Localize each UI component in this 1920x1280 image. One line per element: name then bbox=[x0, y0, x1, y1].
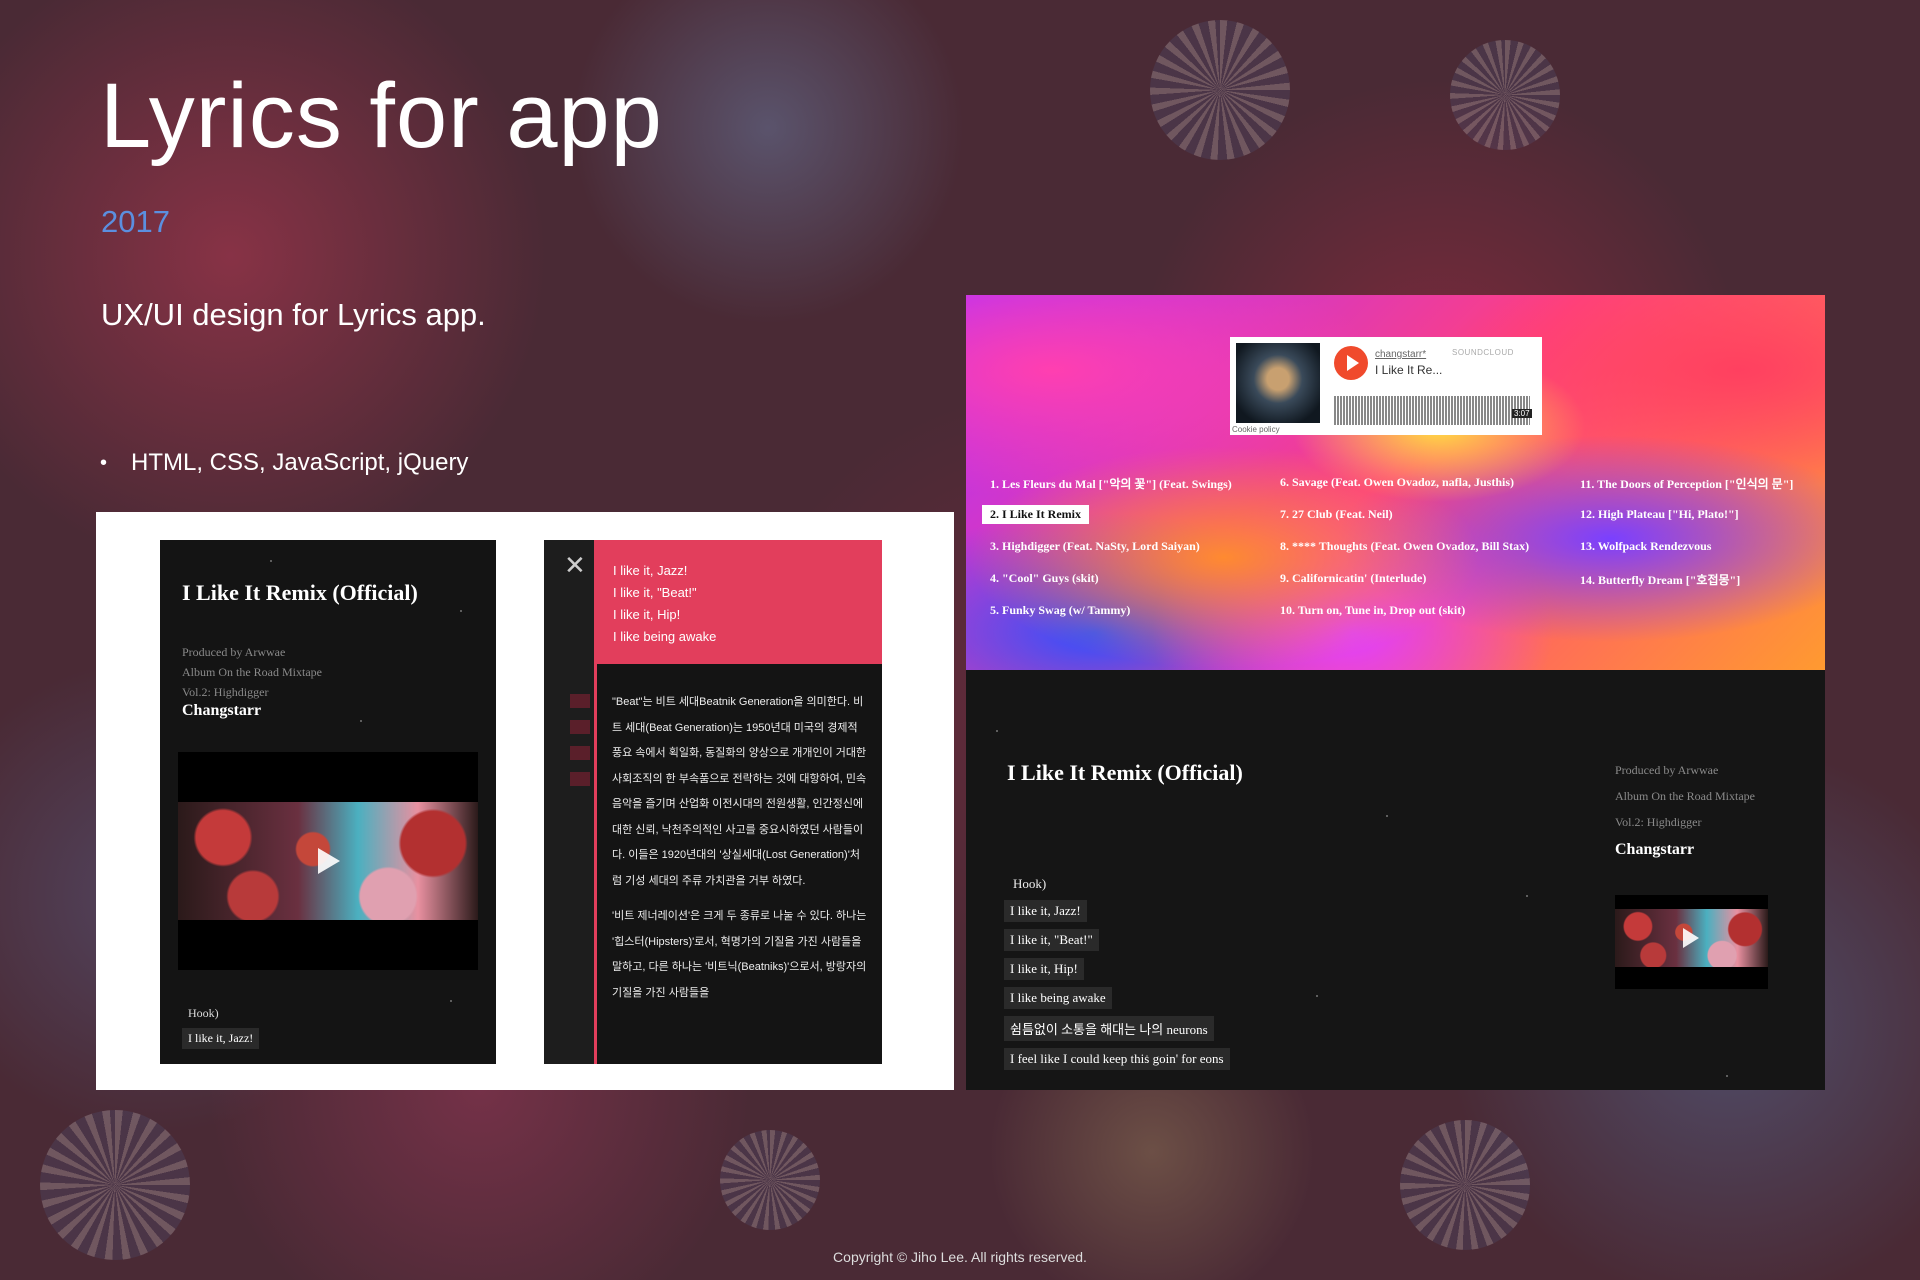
tech-item: HTML, CSS, JavaScript, jQuery bbox=[131, 449, 469, 476]
track-item[interactable]: 10. Turn on, Tune in, Drop out (skit) bbox=[1280, 603, 1465, 618]
track-item[interactable]: 6. Savage (Feat. Owen Ovadoz, nafla, Jus… bbox=[1280, 475, 1514, 490]
track-item[interactable]: 4. "Cool" Guys (skit) bbox=[990, 571, 1099, 586]
lyric-line[interactable]: I like it, Hip! bbox=[1004, 958, 1084, 980]
lyric-line[interactable]: I like it, Jazz! bbox=[1004, 900, 1087, 922]
soundcloud-logo[interactable]: SOUNDCLOUD bbox=[1452, 348, 1514, 357]
hook-label: Hook) bbox=[1013, 876, 1047, 891]
track-item[interactable]: 9. Californicatin' (Interlude) bbox=[1280, 571, 1426, 586]
track-item[interactable]: 3. Highdigger (Feat. NaSty, Lord Saiyan) bbox=[990, 539, 1200, 554]
artist-name: Changstarr bbox=[1615, 841, 1695, 858]
lyric-line: I like it, Hip! bbox=[613, 607, 681, 622]
credit-line: Album On the Road Mixtape bbox=[182, 665, 322, 679]
annotation-divider bbox=[594, 664, 597, 1064]
close-icon[interactable]: ✕ bbox=[564, 552, 586, 578]
tech-list: • HTML, CSS, JavaScript, jQuery bbox=[100, 449, 468, 477]
track-item[interactable]: 5. Funky Swag (w/ Tammy) bbox=[990, 603, 1130, 618]
track-duration: 3:07 bbox=[1512, 409, 1532, 418]
play-button[interactable] bbox=[1334, 346, 1368, 380]
soundcloud-track[interactable]: I Like It Re... bbox=[1375, 363, 1442, 377]
mobile-screen-annotation: ✕ I like it, Jazz! I like it, "Beat!" I … bbox=[544, 540, 882, 1064]
waveform[interactable] bbox=[1334, 389, 1530, 425]
lyric-line: I like it, "Beat!" bbox=[613, 585, 697, 600]
video-player[interactable] bbox=[178, 752, 478, 970]
lyric-line: I like it, Jazz! bbox=[613, 563, 688, 578]
artist-name: Changstarr bbox=[182, 702, 262, 719]
bullet: • bbox=[100, 451, 108, 474]
track-item[interactable]: 8. **** Thoughts (Feat. Owen Ovadoz, Bil… bbox=[1280, 539, 1529, 554]
track-item[interactable]: 1. Les Fleurs du Mal ["악의 꽃"] (Feat. Swi… bbox=[990, 475, 1232, 492]
track-item-selected[interactable]: 2. I Like It Remix bbox=[982, 505, 1089, 524]
desktop-screen-panel: Cookie policy changstarr* I Like It Re..… bbox=[966, 295, 1825, 1090]
mobile-screen-song: I Like It Remix (Official) Produced by A… bbox=[160, 540, 496, 1064]
track-item[interactable]: 14. Butterfly Dream ["호접몽"] bbox=[1580, 571, 1740, 588]
lyrics-sidebar-dimmed: ✕ bbox=[544, 540, 594, 1064]
album-cover bbox=[1236, 343, 1320, 423]
hook-label: Hook) bbox=[188, 1006, 219, 1020]
lyric-line[interactable]: I like it, "Beat!" bbox=[1004, 929, 1099, 951]
copyright-footer: Copyright © Jiho Lee. All rights reserve… bbox=[833, 1249, 1087, 1265]
background-pattern bbox=[1400, 1120, 1530, 1250]
song-credits: Produced by Arwwae Album On the Road Mix… bbox=[1615, 757, 1755, 835]
lyric-line: I like being awake bbox=[613, 629, 717, 644]
background-pattern bbox=[40, 1110, 190, 1260]
track-item[interactable]: 13. Wolfpack Rendezvous bbox=[1580, 539, 1711, 554]
lyric-line[interactable]: I feel like I could keep this goin' for … bbox=[1004, 1048, 1230, 1070]
track-item[interactable]: 12. High Plateau ["Hi, Plato!"] bbox=[1580, 507, 1739, 522]
annotation-paragraph: "Beat"는 비트 세대Beatnik Generation을 의미한다. 비… bbox=[612, 696, 867, 887]
play-icon[interactable] bbox=[1683, 928, 1699, 948]
credit-line: Album On the Road Mixtape bbox=[1615, 789, 1755, 803]
credit-line: Vol.2: Highdigger bbox=[1615, 815, 1702, 829]
play-icon[interactable] bbox=[318, 848, 340, 874]
video-player[interactable] bbox=[1615, 895, 1768, 989]
lyric-line[interactable]: 쉼틈없이 소통을 해대는 나의 neurons bbox=[1004, 1016, 1214, 1041]
soundcloud-player[interactable]: Cookie policy changstarr* I Like It Re..… bbox=[1230, 337, 1542, 435]
song-credits: Produced by Arwwae Album On the Road Mix… bbox=[182, 642, 322, 702]
mobile-screens-panel: I Like It Remix (Official) Produced by A… bbox=[96, 512, 954, 1090]
highlighted-lyrics: I like it, Jazz! I like it, "Beat!" I li… bbox=[594, 540, 882, 664]
lyric-line[interactable]: I like it, Jazz! bbox=[182, 1028, 260, 1049]
soundcloud-user[interactable]: changstarr* bbox=[1375, 349, 1426, 360]
background-pattern bbox=[720, 1130, 820, 1230]
credit-line: Produced by Arwwae bbox=[1615, 763, 1719, 777]
song-title: I Like It Remix (Official) bbox=[182, 580, 418, 605]
background-pattern bbox=[1450, 40, 1560, 150]
page-title: Lyrics for app bbox=[100, 65, 663, 167]
tracklist: 1. Les Fleurs du Mal ["악의 꽃"] (Feat. Swi… bbox=[966, 475, 1825, 625]
credit-line: Vol.2: Highdigger bbox=[182, 685, 269, 699]
project-year: 2017 bbox=[101, 204, 170, 239]
cookie-policy-link[interactable]: Cookie policy bbox=[1232, 425, 1280, 434]
background-pattern bbox=[1150, 20, 1290, 160]
song-title: I Like It Remix (Official) bbox=[1007, 760, 1243, 785]
lyrics-list: I like it, Jazz! I like it, "Beat!" I li… bbox=[1004, 900, 1230, 1077]
annotation-text: "Beat"는 비트 세대Beatnik Generation을 의미한다. 비… bbox=[612, 690, 868, 1016]
annotation-paragraph: '비트 제너레이션'은 크게 두 종류로 나눌 수 있다. 하나는 '힙스터(H… bbox=[612, 910, 867, 999]
credit-line: Produced by Arwwae bbox=[182, 645, 286, 659]
track-item[interactable]: 11. The Doors of Perception ["인식의 문"] bbox=[1580, 475, 1793, 492]
track-item[interactable]: 7. 27 Club (Feat. Neil) bbox=[1280, 507, 1393, 522]
lyric-line[interactable]: I like being awake bbox=[1004, 987, 1112, 1009]
project-description: UX/UI design for Lyrics app. bbox=[101, 297, 486, 332]
